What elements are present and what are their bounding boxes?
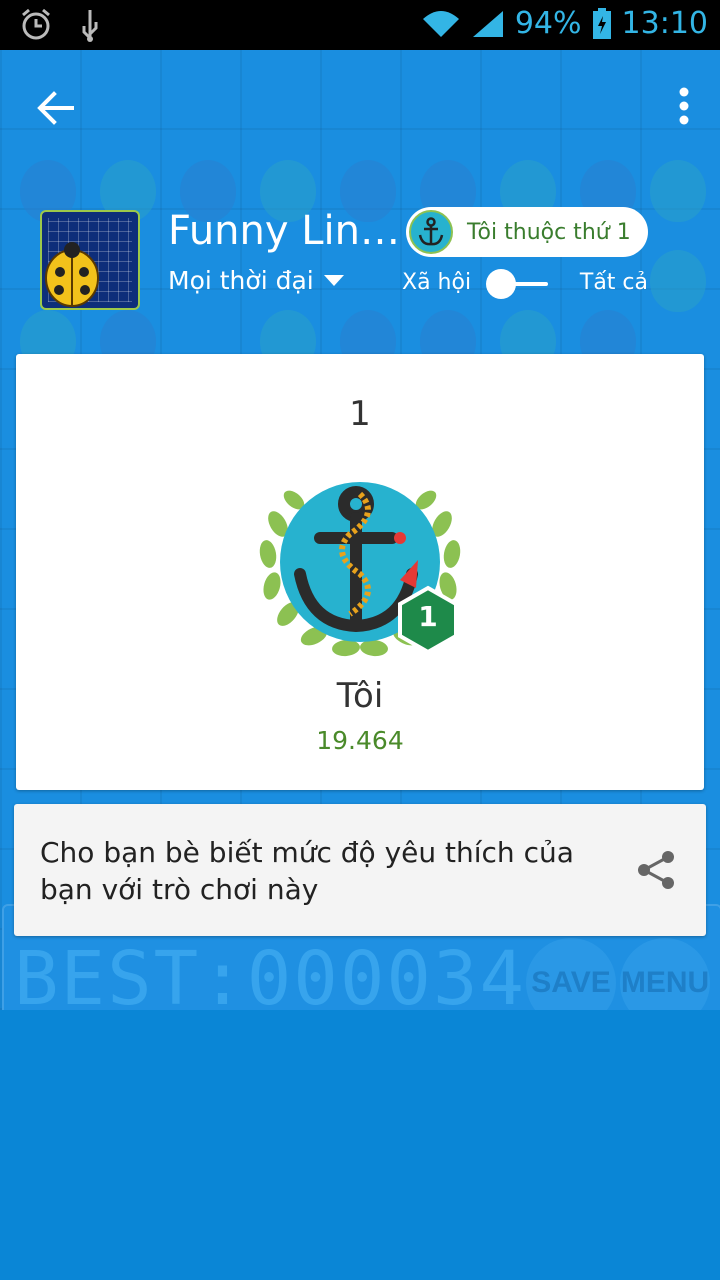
lower-background <box>0 1010 720 1280</box>
toggle-all-label: Tất cả <box>579 270 648 295</box>
dropdown-caret-icon <box>323 275 344 286</box>
more-vert-icon <box>679 87 689 125</box>
game-icon <box>40 210 140 310</box>
signal-icon <box>471 9 505 39</box>
my-rank-label: Tôi thuộc thứ 1 <box>467 219 631 245</box>
rank-number: 1 <box>349 394 371 434</box>
period-selector[interactable]: Mọi thời đại <box>168 266 344 295</box>
usb-icon <box>78 8 102 42</box>
ladybug-icon <box>45 242 99 307</box>
leaderboard-card[interactable]: 1 1 Tôi 19.464 <box>16 354 704 790</box>
anchor-avatar-icon <box>259 482 461 657</box>
share-prompt-text: Cho bạn bè biết mức độ yêu thích của bạn… <box>40 836 574 906</box>
player-avatar: 1 <box>250 464 470 664</box>
badge-rank-number: 1 <box>418 600 438 633</box>
battery-icon <box>592 7 612 40</box>
player-name: Tôi <box>336 676 384 716</box>
battery-percent: 94% <box>514 6 582 41</box>
game-title: Funny Lin… <box>168 208 401 254</box>
back-button[interactable] <box>30 82 82 134</box>
share-icon[interactable] <box>634 848 678 892</box>
toggle-switch-thumb[interactable] <box>486 269 516 299</box>
status-bar: 94% 13:10 <box>0 0 720 50</box>
clock: 13:10 <box>621 6 708 41</box>
alarm-icon <box>20 8 52 42</box>
anchor-badge-icon <box>409 210 453 254</box>
my-rank-pill[interactable]: Tôi thuộc thứ 1 <box>406 207 648 257</box>
overflow-menu-button[interactable] <box>666 84 702 132</box>
player-score: 19.464 <box>316 726 404 755</box>
arrow-left-icon <box>37 91 74 125</box>
period-label: Mọi thời đại <box>168 266 314 295</box>
toggle-social-label: Xã hội <box>402 270 472 295</box>
wifi-icon <box>421 9 461 39</box>
audience-toggle: Xã hội Tất cả <box>402 268 652 302</box>
share-card[interactable]: Cho bạn bè biết mức độ yêu thích của bạn… <box>14 804 706 936</box>
